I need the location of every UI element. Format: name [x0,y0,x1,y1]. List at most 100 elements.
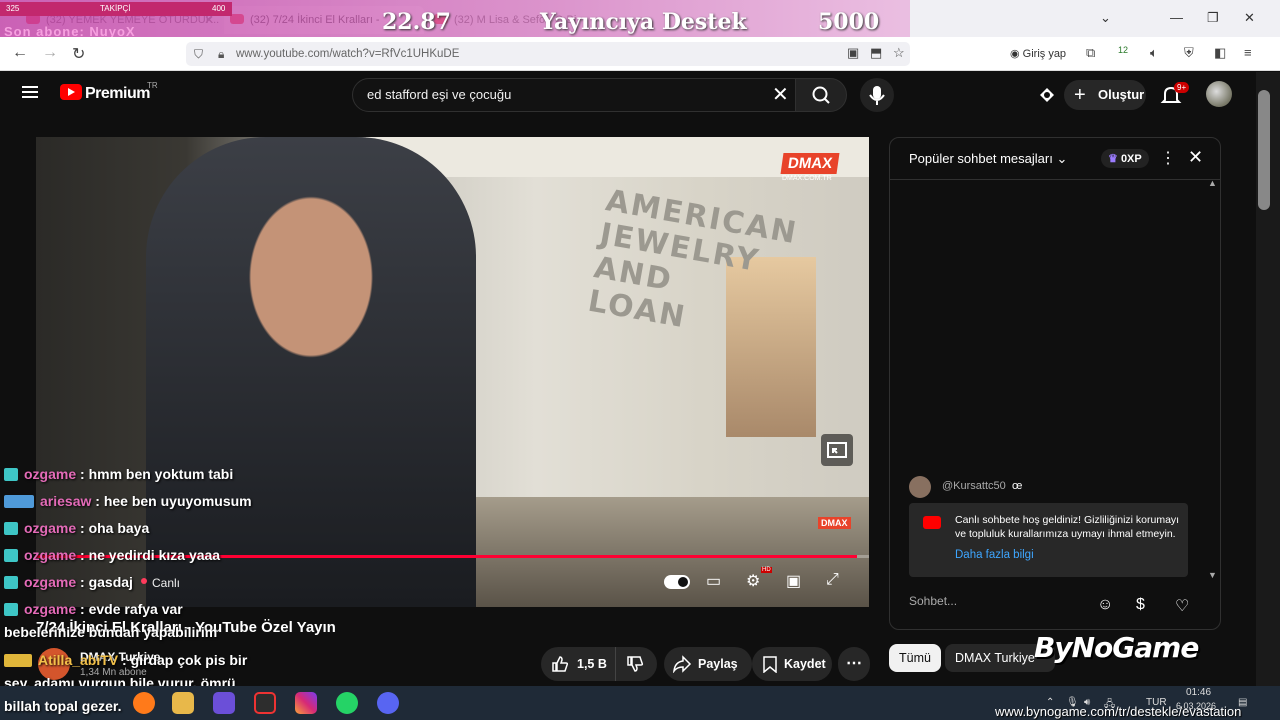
stream-chat-line: Atilla_abiTV : girdap çok pis bir [4,652,247,668]
learn-more-link[interactable]: Daha fazla bilgi [955,549,1034,561]
url-field[interactable]: www.youtube.com/watch?v=RfVc1UHKuDE [186,42,910,66]
stream-chat-line: bebelerinize bundan yapabilirim [4,624,218,640]
subscriber-badge-icon [4,654,32,667]
like-button[interactable]: 1,5 B [541,647,615,681]
more-actions-button[interactable]: ⋯ [838,647,870,681]
restore-icon[interactable]: ❐ [1207,10,1219,26]
youtube-favicon-icon [434,14,448,24]
xp-badge[interactable]: ♛ 0XP [1101,149,1149,168]
chat-mode-dropdown[interactable]: Popüler sohbet mesajları ⌄ [909,151,1067,167]
stream-chat-line: ozgame : gasdaj [4,574,133,590]
discord-icon[interactable] [377,692,399,714]
share-button[interactable]: Paylaş [664,647,752,681]
stream-chat-line: ozgame : evde rafya var [4,601,183,617]
browser-tab[interactable]: (32) M Lisa & Sefo - O Bi [428,6,598,34]
settings-gear-icon[interactable]: ⚙ [746,571,760,591]
browser-tab-bar: (32) YEMEK YEMEYE OTURDUK... ✕ (32) 7/24… [0,0,1280,37]
live-label[interactable]: Canlı [152,576,180,590]
youtube-favicon-icon [230,14,244,24]
save-button[interactable]: Kaydet [752,647,832,681]
search-button[interactable] [795,78,847,112]
reload-icon[interactable]: ↻ [72,44,85,64]
forward-icon[interactable]: → [42,44,58,62]
back-icon[interactable]: ← [12,44,28,62]
youtube-favicon-icon [26,14,40,24]
more-dots-icon: ⋯ [846,655,862,672]
stream-chat-line: ozgame : oha baya [4,520,149,536]
browser-tab-active[interactable]: (32) 7/24 İkinci El Kralları - [224,6,424,34]
hd-badge: HD [761,567,772,573]
address-toolbar: ← → ↻ www.youtube.com/watch?v=RfVc1UHKuD… [0,37,1280,71]
save-page-icon[interactable]: ⬒ [870,45,882,61]
speedtest-icon[interactable] [254,692,276,714]
subscriber-badge-icon [4,495,34,508]
youtube-brand[interactable]: Premium [85,85,150,103]
window-close-icon[interactable]: ✕ [1244,10,1255,26]
scroll-down-icon[interactable]: ▼ [1208,570,1217,580]
clear-search-icon[interactable]: ✕ [772,82,789,107]
dmax-small-watermark: DMAX [818,517,851,529]
audio-icon[interactable]: 🔈︎ [1150,45,1158,61]
minimize-icon[interactable]: — [1170,10,1183,25]
theater-mode-icon[interactable]: ▣ [786,571,801,591]
menu-icon[interactable]: ≡ [1244,45,1252,60]
shield-icon[interactable]: ⛉ [194,47,203,62]
chip-all[interactable]: Tümü [889,644,941,672]
sidebar-icon[interactable]: ◧ [1214,45,1226,61]
obs-icon[interactable] [213,692,235,714]
super-chat-icon[interactable]: $ [1136,596,1145,614]
search-input[interactable]: ed stafford eşi ve çocuğu [352,78,802,112]
pip-icon[interactable]: ▣ [847,45,859,61]
thumbs-down-icon [627,656,644,672]
account-avatar[interactable] [1206,81,1232,107]
create-button[interactable]: + Oluştur [1064,80,1146,110]
subscriber-badge-icon [4,603,18,616]
tab-list-chevron-icon[interactable]: ⌄ [1100,10,1111,26]
chat-input[interactable]: Sohbet... [909,594,1089,608]
subscriber-badge-icon [4,576,18,589]
live-indicator-icon [141,578,147,584]
subscriber-badge-icon [4,522,18,535]
subtitles-icon[interactable]: ▭ [706,571,721,591]
emoji-icon[interactable]: ☺ [1097,596,1113,614]
scrollbar-thumb[interactable] [1258,90,1270,210]
subscriber-badge-icon [4,549,18,562]
youtube-icon [923,516,941,529]
premium-gift-icon[interactable] [1036,84,1058,106]
extension-badge[interactable]: 12 [1118,45,1128,55]
dmax-watermark: DMAX [780,153,840,174]
lock-icon[interactable]: 🔒︎ [218,47,224,62]
video-player[interactable]: AMERICAN JEWELRY AND LOAN DMAX DMAX.COM.… [36,137,869,607]
dmax-watermark-url: DMAX.COM.TR [782,175,832,182]
miniplayer-button[interactable] [821,434,853,466]
whatsapp-icon[interactable] [336,692,358,714]
chat-more-icon[interactable]: ⋮ [1160,148,1176,168]
scroll-up-icon[interactable]: ▲ [1208,178,1217,188]
instagram-icon[interactable] [295,692,317,714]
bookmark-star-icon[interactable]: ☆ [893,45,905,61]
file-explorer-icon[interactable] [172,692,194,714]
extensions-icon[interactable]: ⧉ [1086,45,1095,61]
clock-time[interactable]: 01:46 [1186,687,1211,698]
autoplay-toggle[interactable] [664,575,690,589]
close-tab-icon[interactable]: ✕ [204,6,214,34]
share-icon [673,655,692,673]
message-author[interactable]: @Kursattc50 [942,480,1006,492]
login-button[interactable]: ◉ Giriş yap [1010,47,1066,60]
heart-icon[interactable]: ♡ [1175,596,1189,616]
browser-tab[interactable]: (32) YEMEK YEMEYE OTURDUK... ✕ [20,6,220,34]
youtube-logo-icon[interactable] [60,84,82,100]
region-label: TR [147,81,158,90]
chat-close-icon[interactable]: ✕ [1188,147,1203,168]
hamburger-menu-icon[interactable] [22,86,38,98]
dislike-button[interactable] [615,647,657,681]
firefox-icon[interactable] [133,692,155,714]
youtube-header: Premium TR ed stafford eşi ve çocuğu ✕ +… [0,72,1256,118]
bookmark-icon [763,656,777,673]
voice-search-button[interactable] [860,78,894,112]
privacy-shield-icon[interactable]: ⛨ [1184,45,1194,61]
message-avatar[interactable] [909,476,931,498]
chat-header: Popüler sohbet mesajları ⌄ ♛ 0XP ⋮ ✕ [890,138,1220,180]
welcome-text: Canlı sohbete hoş geldiniz! Gizliliğiniz… [955,514,1180,540]
fullscreen-icon[interactable]: ⤢ [826,571,839,589]
